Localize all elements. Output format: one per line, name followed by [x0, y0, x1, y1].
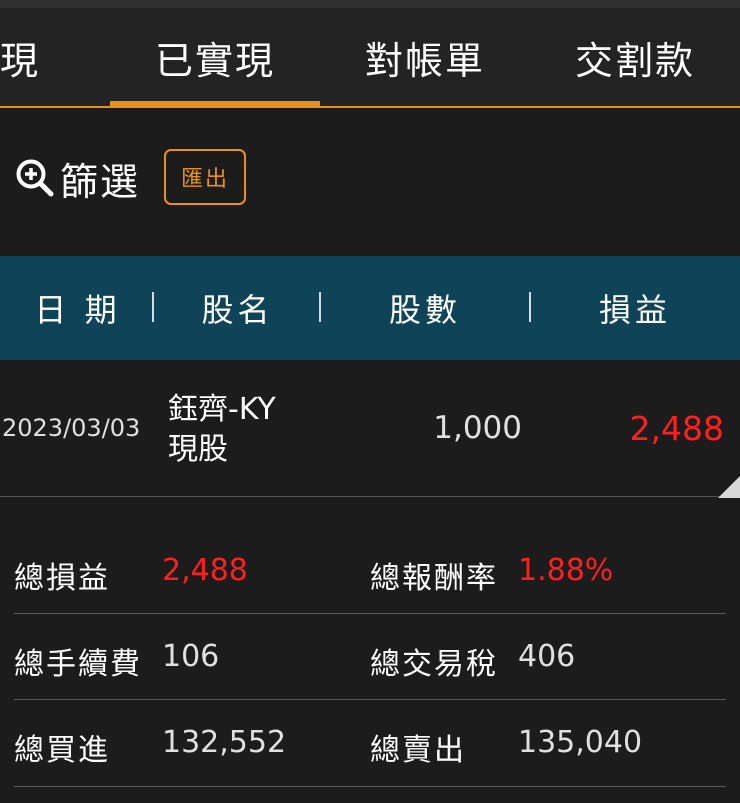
tab-statement[interactable]: 對帳單 [320, 8, 530, 106]
total-sell-value: 135,040 [518, 725, 643, 760]
stock-name: 鈺齊-KY [168, 392, 276, 427]
total-sell-label: 總賣出 [370, 733, 466, 768]
tab-label: 已實現 [154, 38, 275, 83]
row-date: 2023/03/03 [2, 414, 141, 442]
table-header: 日 期 股名 股數 損益 [0, 256, 740, 360]
tab-bar: 實現 已實現 對帳單 交割款 [0, 8, 740, 108]
total-tax-value: 406 [518, 639, 576, 674]
trade-type: 現股 [168, 432, 228, 467]
expand-corner-icon[interactable] [718, 476, 740, 498]
header-date[interactable]: 日 期 [0, 256, 155, 360]
summary-divider [14, 699, 726, 700]
export-button[interactable]: 匯出 [164, 149, 246, 205]
row-shares: 1,000 [433, 410, 522, 446]
top-strip [0, 0, 740, 8]
total-buy-label: 總買進 [14, 733, 110, 768]
header-shares[interactable]: 股數 [320, 256, 530, 360]
summary-divider [14, 613, 726, 614]
realized-pnl-screen: 實現 已實現 對帳單 交割款 篩選 匯出 日 期 股名 股數 損益 2023/0… [0, 0, 740, 803]
total-buy-value: 132,552 [162, 725, 287, 760]
header-divider [152, 292, 154, 322]
row-pnl: 2,488 [629, 408, 724, 448]
tab-label: 對帳單 [364, 38, 485, 83]
total-pnl-value: 2,488 [162, 553, 248, 588]
toolbar: 篩選 匯出 [0, 108, 740, 256]
table-row[interactable]: 2023/03/03 鈺齊-KY 現股 1,000 2,488 [0, 360, 740, 497]
tab-unrealized[interactable]: 實現 [0, 8, 110, 106]
filter-label: 篩選 [60, 159, 141, 204]
row-stock-name: 鈺齊-KY 現股 [168, 390, 276, 470]
filter-button[interactable]: 篩選 [14, 148, 140, 208]
active-tab-indicator [110, 101, 320, 108]
summary-panel: 總損益 2,488 總報酬率 1.88% 總手續費 106 總交易稅 406 總… [0, 497, 740, 803]
header-stock-name[interactable]: 股名 [155, 256, 320, 360]
tab-label: 交割款 [574, 38, 695, 83]
total-return-label: 總報酬率 [370, 561, 498, 596]
total-return-value: 1.88% [518, 553, 614, 588]
total-fee-value: 106 [162, 639, 220, 674]
summary-divider [14, 786, 726, 787]
header-divider [319, 292, 321, 322]
header-pnl[interactable]: 損益 [530, 256, 740, 360]
header-divider [529, 292, 531, 322]
search-zoom-in-icon [16, 159, 54, 197]
tab-label: 實現 [0, 38, 41, 83]
tab-realized[interactable]: 已實現 [110, 8, 320, 106]
total-fee-label: 總手續費 [14, 647, 142, 682]
tab-settlement[interactable]: 交割款 [530, 8, 740, 106]
total-pnl-label: 總損益 [14, 561, 110, 596]
total-tax-label: 總交易稅 [370, 647, 498, 682]
